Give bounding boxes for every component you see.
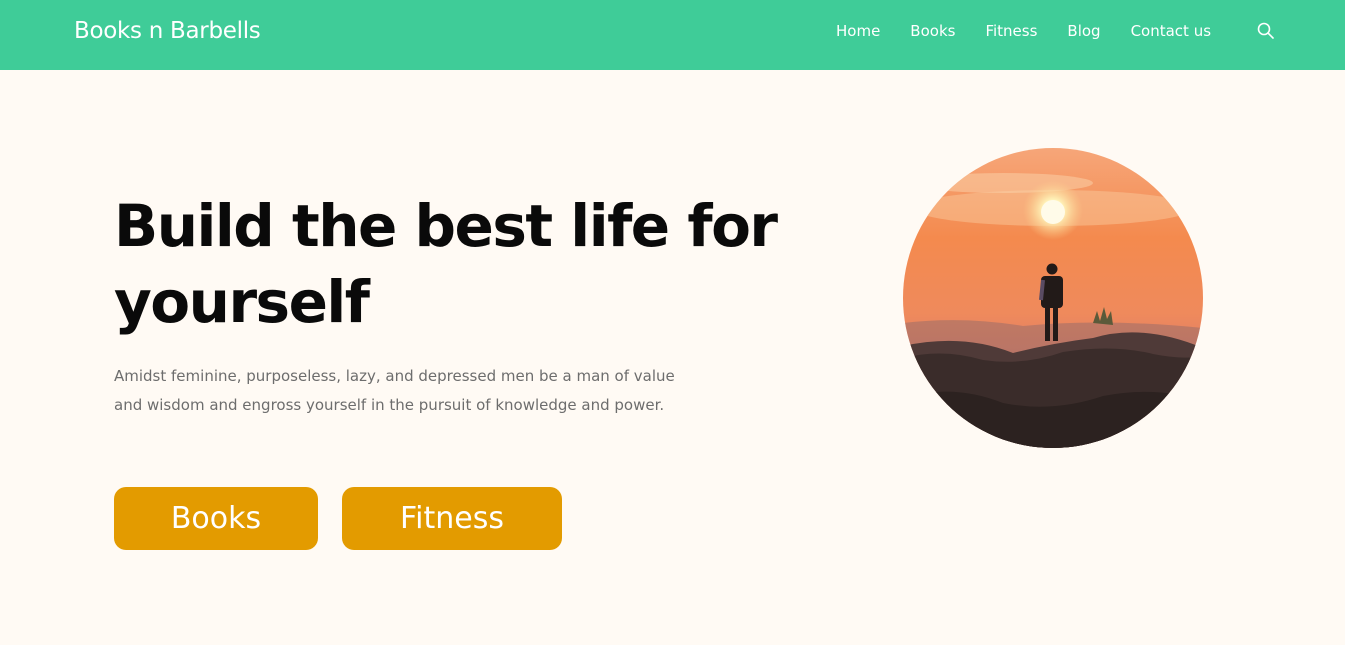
nav-books[interactable]: Books <box>910 22 955 40</box>
search-icon[interactable] <box>1257 22 1275 40</box>
nav-fitness[interactable]: Fitness <box>985 22 1037 40</box>
main-nav: Home Books Fitness Blog Contact us <box>836 22 1241 40</box>
hero-title: Build the best life for yourself <box>114 192 778 336</box>
hero-description: Amidst feminine, purposeless, lazy, and … <box>114 367 675 414</box>
books-button[interactable]: Books <box>114 487 318 550</box>
nav-contact[interactable]: Contact us <box>1131 22 1211 40</box>
nav-blog[interactable]: Blog <box>1067 22 1100 40</box>
fitness-button[interactable]: Fitness <box>342 487 562 550</box>
nav-home[interactable]: Home <box>836 22 880 40</box>
hero-image <box>903 148 1203 448</box>
site-logo[interactable]: Books n Barbells <box>74 18 261 44</box>
site-header: Books n Barbells Home Books Fitness Blog… <box>0 0 1345 70</box>
